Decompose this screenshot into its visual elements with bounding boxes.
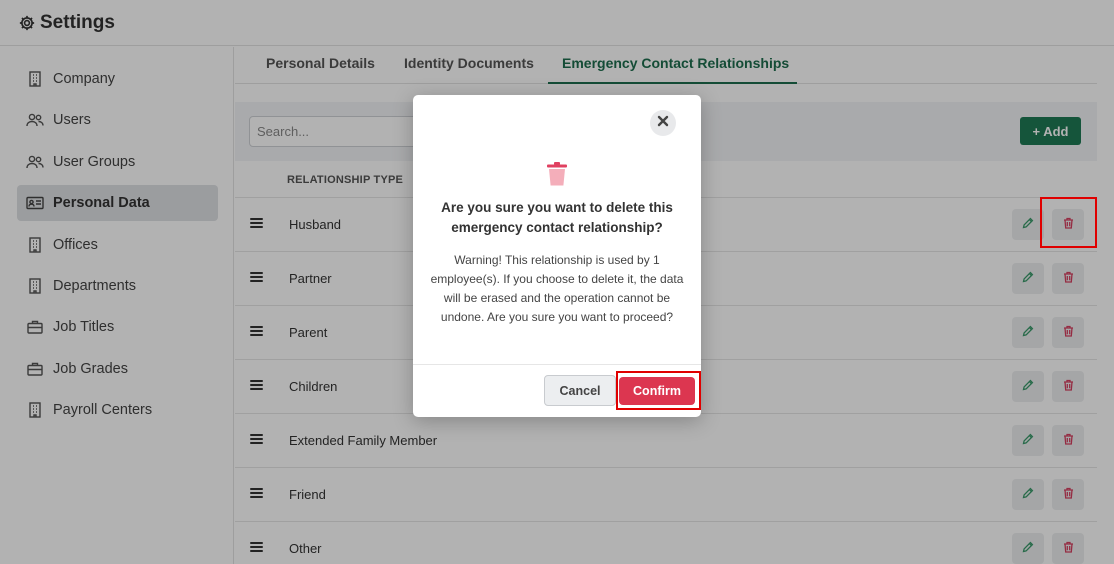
close-icon — [657, 114, 669, 132]
delete-confirmation-modal: Are you sure you want to delete this eme… — [413, 95, 701, 417]
trash-icon — [545, 161, 569, 187]
close-button[interactable] — [650, 110, 676, 136]
modal-title: Are you sure you want to delete this eme… — [441, 200, 673, 235]
cancel-button[interactable]: Cancel — [544, 375, 616, 406]
modal-message: Warning! This relationship is used by 1 … — [430, 253, 684, 324]
confirm-button-highlight — [616, 371, 701, 410]
delete-button-highlight — [1040, 197, 1097, 248]
